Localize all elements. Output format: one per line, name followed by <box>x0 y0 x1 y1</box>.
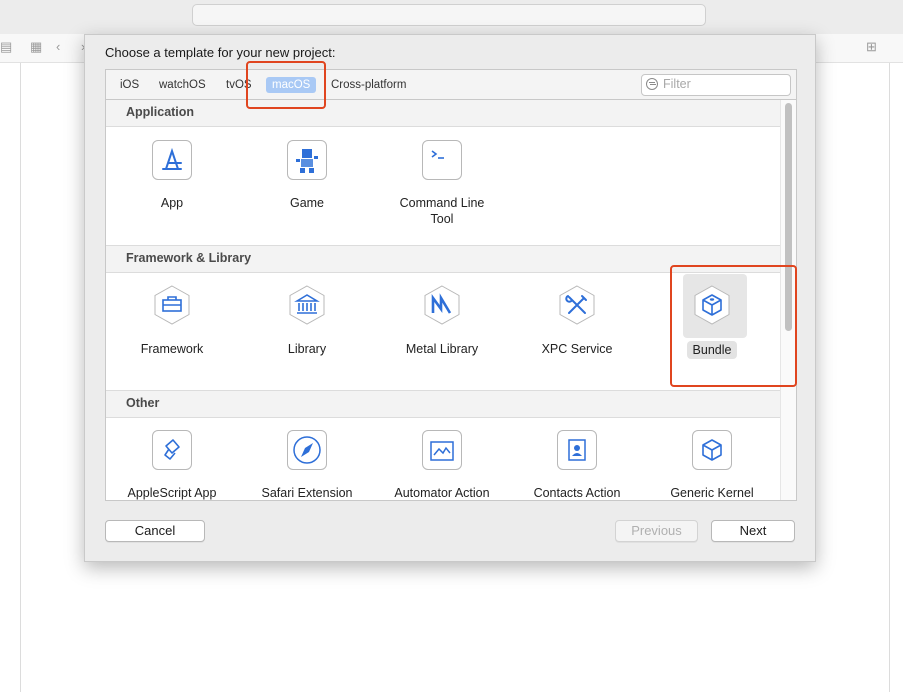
template-metal-library[interactable]: Metal Library <box>382 284 502 358</box>
template-label: AppleScript App <box>127 486 217 500</box>
template-automator-action[interactable]: Automator Action <box>382 430 502 500</box>
toolbox-icon <box>151 284 193 326</box>
game-character-icon <box>287 140 327 180</box>
template-library[interactable]: Library <box>247 284 367 358</box>
template-label: XPC Service <box>541 342 613 356</box>
previous-button[interactable]: Previous <box>615 520 698 542</box>
annotation-box-bundle <box>670 265 797 387</box>
template-label: Command Line Tool <box>399 196 485 226</box>
compass-icon <box>287 430 327 470</box>
filter-field[interactable]: Filter <box>641 74 791 96</box>
section-header-other: Other <box>106 390 780 418</box>
applescript-icon <box>152 430 192 470</box>
template-label: Generic Kernel <box>670 486 754 500</box>
template-label: Automator Action <box>394 486 490 500</box>
template-label: Metal Library <box>405 342 479 356</box>
cancel-button[interactable]: Cancel <box>105 520 205 542</box>
xcode-title-bar <box>0 0 903 35</box>
terminal-icon <box>422 140 462 180</box>
template-generic-kernel[interactable]: Generic Kernel <box>652 430 772 500</box>
template-game[interactable]: Game <box>247 140 367 212</box>
back-arrow-icon[interactable]: ‹ <box>56 39 60 55</box>
kernel-cube-icon <box>692 430 732 470</box>
sheet-title: Choose a template for your new project: <box>105 45 336 60</box>
contacts-icon <box>557 430 597 470</box>
template-label: App <box>160 196 184 210</box>
grid-icon[interactable]: ▦ <box>30 39 42 55</box>
tab-ios[interactable]: iOS <box>118 77 141 93</box>
template-applescript-app[interactable]: AppleScript App <box>112 430 232 500</box>
filter-placeholder: Filter <box>663 77 691 91</box>
automator-icon <box>422 430 462 470</box>
template-contacts-action[interactable]: Contacts Action <box>517 430 637 500</box>
tab-watchos[interactable]: watchOS <box>157 77 208 93</box>
template-label: Library <box>287 342 327 356</box>
wrench-screwdriver-icon <box>556 284 598 326</box>
platform-tab-bar: iOS watchOS tvOS macOS Cross-platform Fi… <box>105 69 797 100</box>
section-header-application: Application <box>106 100 780 127</box>
template-label: Framework <box>140 342 204 356</box>
template-xpc-service[interactable]: XPC Service <box>517 284 637 358</box>
library-building-icon <box>286 284 328 326</box>
metal-icon <box>421 284 463 326</box>
template-command-line-tool[interactable]: Command Line Tool <box>382 140 502 228</box>
app-store-icon <box>152 140 192 180</box>
tab-cross-platform[interactable]: Cross-platform <box>329 77 408 93</box>
template-label: Safari Extension <box>261 486 353 500</box>
activity-viewer <box>192 4 706 26</box>
next-button[interactable]: Next <box>711 520 795 542</box>
template-label: Contacts Action <box>533 486 621 500</box>
template-framework[interactable]: Framework <box>112 284 232 358</box>
template-safari-extension[interactable]: Safari Extension <box>247 430 367 500</box>
template-app[interactable]: App <box>112 140 232 212</box>
template-label: Game <box>289 196 325 210</box>
section-title: Other <box>126 396 160 410</box>
section-title: Application <box>126 105 195 119</box>
annotation-box-macos <box>246 61 326 109</box>
filter-icon <box>646 78 658 90</box>
add-editor-icon[interactable]: ⊞ <box>866 39 877 55</box>
section-title: Framework & Library <box>126 251 252 265</box>
comment-icon[interactable]: ▤ <box>0 39 12 55</box>
